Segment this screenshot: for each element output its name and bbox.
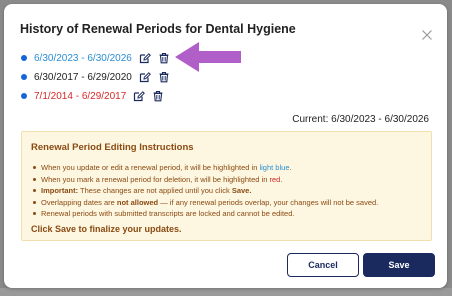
instruction-text: Renewal periods with submitted transcrip… — [41, 209, 295, 218]
instruction-text: When you update or edit a renewal period… — [41, 163, 260, 172]
current-period: Current: 6/30/2023 - 6/30/2026 — [292, 114, 429, 125]
period-label: 7/1/2014 - 6/29/2017 — [34, 90, 127, 102]
trash-icon[interactable] — [158, 52, 170, 64]
highlight-red-text: red — [269, 174, 281, 184]
instruction-text: When you mark a renewal period for delet… — [41, 174, 270, 184]
list-item: Renewal periods with submitted transcrip… — [32, 208, 378, 220]
instructions-footer: Click Save to finalize your updates. — [31, 224, 182, 234]
pointer-arrow-icon — [175, 42, 241, 72]
important-label: Important: — [41, 186, 79, 195]
instructions-panel: Renewal Period Editing Instructions When… — [21, 131, 432, 241]
cancel-button[interactable]: Cancel — [287, 253, 359, 277]
modal-title: History of Renewal Periods for Dental Hy… — [20, 22, 296, 36]
edit-icon[interactable] — [139, 71, 151, 83]
list-item: When you update or edit a renewal period… — [32, 162, 378, 174]
close-icon[interactable] — [421, 28, 433, 40]
instruction-text: Overlapping dates are — [41, 197, 117, 207]
instruction-text: These changes are not applied until you … — [78, 186, 232, 195]
list-item: When you mark a renewal period for delet… — [32, 174, 378, 186]
list-item: Overlapping dates are not allowed — if a… — [32, 197, 378, 209]
period-row: 6/30/2017 - 6/29/2020 — [21, 68, 170, 86]
list-item: Important: These changes are not applied… — [32, 185, 378, 197]
backdrop — [0, 288, 452, 296]
instruction-text: . — [280, 174, 283, 184]
trash-icon[interactable] — [158, 71, 170, 83]
renewal-history-modal: History of Renewal Periods for Dental Hy… — [4, 4, 447, 288]
bullet-icon — [21, 93, 27, 99]
instruction-text: — if any renewal periods overlap, your c… — [158, 197, 379, 207]
bullet-icon — [21, 55, 27, 61]
trash-icon[interactable] — [152, 90, 164, 102]
instructions-title: Renewal Period Editing Instructions — [31, 142, 194, 153]
period-label: 6/30/2017 - 6/29/2020 — [34, 71, 132, 83]
renewal-period-list: 6/30/2023 - 6/30/2026 6/30/2017 - 6/29/2… — [21, 49, 170, 106]
edit-icon[interactable] — [139, 52, 151, 64]
save-emphasis: Save. — [231, 186, 252, 195]
save-button[interactable]: Save — [363, 253, 435, 277]
bullet-icon — [21, 74, 27, 80]
period-row: 7/1/2014 - 6/29/2017 — [21, 87, 170, 105]
period-label: 6/30/2023 - 6/30/2026 — [34, 52, 132, 64]
instructions-list: When you update or edit a renewal period… — [32, 162, 378, 220]
not-allowed-emphasis: not allowed — [116, 197, 159, 207]
instruction-text: . — [289, 163, 292, 172]
period-row: 6/30/2023 - 6/30/2026 — [21, 49, 170, 67]
highlight-blue-text: light blue — [259, 163, 290, 172]
edit-icon[interactable] — [133, 90, 146, 102]
